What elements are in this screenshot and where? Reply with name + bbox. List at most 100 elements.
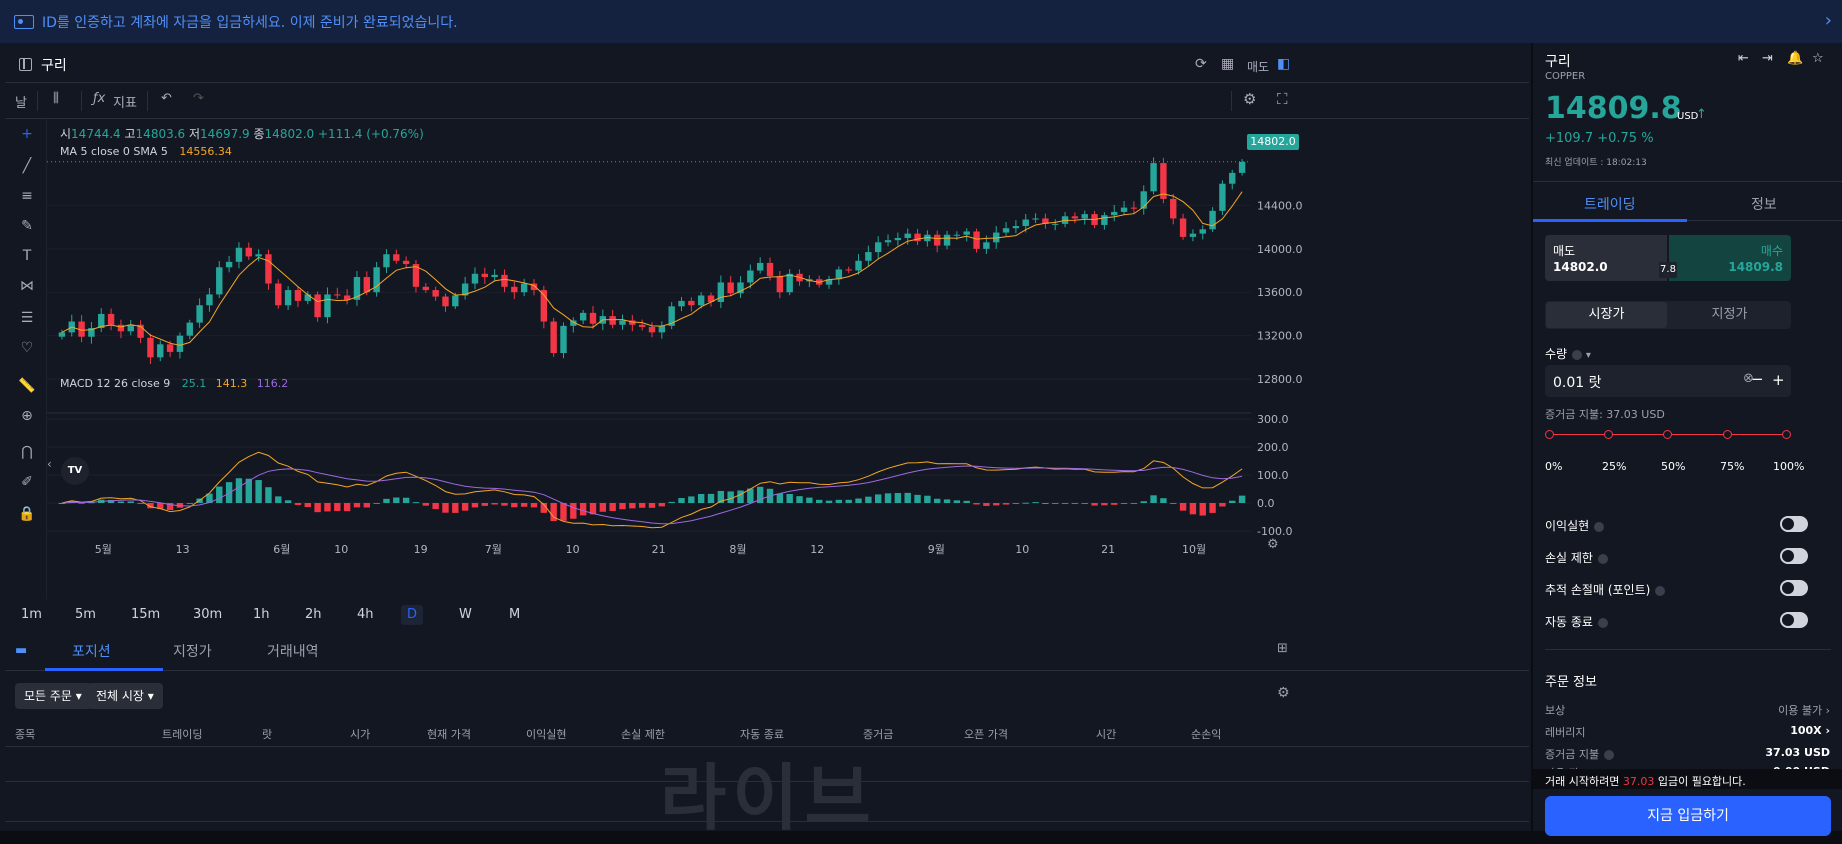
slider-dot-75[interactable] bbox=[1723, 430, 1732, 439]
sidebar-toggle-icon[interactable] bbox=[19, 58, 32, 71]
qty-slider[interactable] bbox=[1545, 430, 1791, 439]
macd-histogram-bar bbox=[629, 503, 636, 509]
filter-all-markets[interactable]: 전체 시장 ▾ bbox=[87, 683, 163, 709]
tab-history[interactable]: 거래내역 bbox=[267, 641, 319, 661]
star-icon[interactable]: ☆ bbox=[1812, 51, 1824, 66]
alert-bell-icon[interactable]: 🔔 bbox=[1787, 51, 1803, 66]
fx-icon[interactable]: ƒx bbox=[93, 91, 105, 106]
auto-close-toggle[interactable] bbox=[1780, 612, 1808, 628]
slider-dot-50[interactable] bbox=[1663, 430, 1672, 439]
chevron-right-icon[interactable]: › bbox=[1825, 10, 1832, 31]
layout-icon[interactable]: ⊞ bbox=[1277, 641, 1288, 656]
candle-type-icon[interactable]: ⫼ bbox=[53, 91, 59, 106]
take-profit-toggle[interactable] bbox=[1780, 516, 1808, 532]
tradingview-logo-icon[interactable]: TV bbox=[61, 457, 89, 485]
stop-loss-text: 손실 제한 bbox=[1545, 551, 1593, 565]
collapse-left-icon[interactable]: ‹ bbox=[47, 457, 57, 479]
tf-1m[interactable]: 1m bbox=[15, 605, 48, 625]
trendline-icon[interactable]: ╱ bbox=[18, 157, 36, 175]
sell-button[interactable]: 매도 14802.0 bbox=[1545, 235, 1667, 281]
tf-d[interactable]: D bbox=[401, 605, 424, 625]
slider-dot-100[interactable] bbox=[1782, 430, 1791, 439]
current-price: 14809.8 bbox=[1545, 91, 1682, 126]
buy-button[interactable]: 매수 14809.8 bbox=[1669, 235, 1791, 281]
panel-toggle-icon[interactable]: ◧ bbox=[1277, 56, 1290, 72]
reward-value[interactable]: 이용 불가 › bbox=[1778, 702, 1830, 718]
tab-limit-orders[interactable]: 지정가 bbox=[173, 641, 212, 661]
decrement-icon[interactable]: − bbox=[1751, 370, 1764, 388]
qty-label: 수량 ▾ bbox=[1545, 347, 1591, 361]
macd-histogram-bar bbox=[1111, 503, 1118, 505]
candle bbox=[491, 274, 498, 278]
candle bbox=[894, 237, 902, 241]
price-tick: 13200.0 bbox=[1257, 330, 1303, 343]
panel-icon[interactable]: ▬ bbox=[15, 643, 27, 658]
favorite-heart-icon[interactable]: ♡ bbox=[18, 339, 36, 357]
plus-button[interactable]: + bbox=[1772, 371, 1785, 389]
tf-4h[interactable]: 4h bbox=[351, 605, 380, 625]
tab-positions[interactable]: 포지션 bbox=[72, 641, 111, 661]
market-order-tab[interactable]: 시장가 bbox=[1546, 302, 1667, 328]
crosshair-icon[interactable]: + bbox=[18, 125, 36, 143]
leverage-value[interactable]: 100X › bbox=[1790, 724, 1830, 737]
candle bbox=[550, 321, 557, 353]
undo-icon[interactable]: ↶ bbox=[161, 91, 172, 106]
expand-icon[interactable]: ⇥ bbox=[1762, 51, 1773, 66]
text-tool-icon[interactable]: T bbox=[18, 247, 36, 265]
time-tick: 19 bbox=[414, 543, 428, 556]
slider-dot-25[interactable] bbox=[1604, 430, 1613, 439]
macd-histogram-bar bbox=[1032, 502, 1039, 504]
refresh-icon[interactable]: ⟳ bbox=[1195, 56, 1207, 72]
tab-trading[interactable]: 트레이딩 bbox=[1584, 194, 1636, 214]
settings-gear-icon[interactable]: ⚙ bbox=[1243, 90, 1256, 108]
indicators-button[interactable]: 지표 bbox=[113, 92, 137, 111]
interval-selector[interactable]: 날 bbox=[15, 92, 27, 111]
qty-input[interactable]: 0.01 랏 ⊗ + − bbox=[1545, 365, 1791, 397]
limit-order-tab[interactable]: 지정가 bbox=[1669, 302, 1790, 328]
fullscreen-icon[interactable]: ⛶ bbox=[1277, 90, 1288, 108]
slider-dot-0[interactable] bbox=[1545, 430, 1554, 439]
lock-icon[interactable]: 🔒 bbox=[18, 505, 36, 523]
lock-drawing-icon[interactable]: ✐ bbox=[18, 473, 36, 491]
candle bbox=[206, 294, 213, 306]
price-chart[interactable]: 14400.0 14000.0 13600.0 13200.0 12800.0 300.0… bbox=[47, 119, 1529, 599]
macd-histogram-bar bbox=[1160, 498, 1167, 503]
chart-settings-icon[interactable]: ⚙ bbox=[1267, 537, 1279, 552]
zoom-icon[interactable]: ⊕ bbox=[18, 407, 36, 425]
tf-1h[interactable]: 1h bbox=[247, 605, 276, 625]
redo-icon[interactable]: ↷ bbox=[193, 91, 204, 106]
fib-icon[interactable]: ≡ bbox=[18, 187, 36, 205]
tf-m[interactable]: M bbox=[503, 605, 526, 625]
brush-icon[interactable]: ✎ bbox=[18, 217, 36, 235]
tf-5m[interactable]: 5m bbox=[69, 605, 102, 625]
filter-all-orders[interactable]: 모든 주문 ▾ bbox=[15, 683, 91, 709]
slider-label-100: 100% bbox=[1773, 460, 1805, 473]
verification-banner[interactable]: ID를 인증하고 계좌에 자금을 입금하세요. 이제 준비가 완료되었습니다. … bbox=[0, 0, 1842, 43]
tab-info[interactable]: 정보 bbox=[1751, 194, 1777, 214]
magnet-icon[interactable]: ⋂ bbox=[18, 443, 36, 461]
price-tick: 14000.0 bbox=[1257, 243, 1303, 256]
positions-settings-icon[interactable]: ⚙ bbox=[1277, 685, 1290, 701]
macd-histogram-bar bbox=[904, 492, 911, 503]
candle bbox=[776, 275, 784, 293]
tf-30m[interactable]: 30m bbox=[187, 605, 228, 625]
collapse-icon[interactable]: ⇤ bbox=[1738, 51, 1749, 66]
high-label: 고 bbox=[124, 127, 136, 141]
pattern-icon[interactable]: ⋈ bbox=[18, 277, 36, 295]
tf-2h[interactable]: 2h bbox=[299, 605, 328, 625]
macd-histogram-bar bbox=[412, 502, 420, 504]
tf-15m[interactable]: 15m bbox=[125, 605, 166, 625]
deposit-now-button[interactable]: 지금 입금하기 bbox=[1545, 796, 1831, 836]
price-change: +109.7 +0.75 % bbox=[1545, 131, 1654, 146]
tf-w[interactable]: W bbox=[453, 605, 478, 625]
header-sell-button[interactable]: 매도 bbox=[1247, 58, 1269, 75]
stop-loss-toggle[interactable] bbox=[1780, 548, 1808, 564]
grid-layout-icon[interactable]: ▦ bbox=[1221, 56, 1234, 72]
left-workspace: 구리 ⟳ ▦ 매도 ◧ 날 ⫼ ƒx 지표 ↶ ↷ ⚙ ⛶ + ╱ ≡ ✎ T … bbox=[0, 43, 1531, 840]
trailing-stop-toggle[interactable] bbox=[1780, 580, 1808, 596]
ruler-icon[interactable]: 📏 bbox=[18, 377, 36, 395]
macd-histogram-bar bbox=[422, 503, 429, 506]
trade-tabs: 트레이딩 정보 bbox=[1533, 181, 1842, 222]
measure-icon[interactable]: ☰ bbox=[18, 309, 36, 327]
candle bbox=[1022, 219, 1029, 227]
